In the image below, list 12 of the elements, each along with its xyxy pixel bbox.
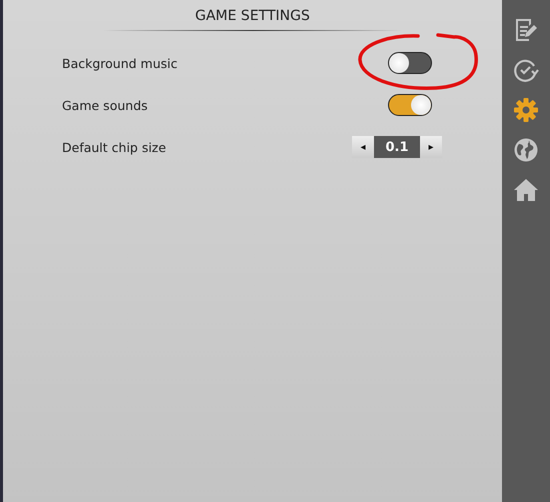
toggle-switch[interactable]: [388, 94, 432, 116]
notepad-pencil-icon[interactable]: [513, 17, 539, 43]
settings-icon[interactable]: [513, 97, 539, 123]
setting-label: Game sounds: [62, 98, 149, 112]
clock-check-icon[interactable]: [513, 57, 539, 83]
panel-title: GAME SETTINGS: [195, 8, 310, 24]
setting-label: Background music: [62, 56, 179, 70]
toggle-switch[interactable]: [388, 52, 432, 74]
chip-size-value: 0.1: [374, 136, 420, 158]
setting-label: Default chip size: [62, 140, 168, 154]
home-icon[interactable]: [513, 177, 539, 203]
globe-icon[interactable]: [513, 137, 539, 163]
